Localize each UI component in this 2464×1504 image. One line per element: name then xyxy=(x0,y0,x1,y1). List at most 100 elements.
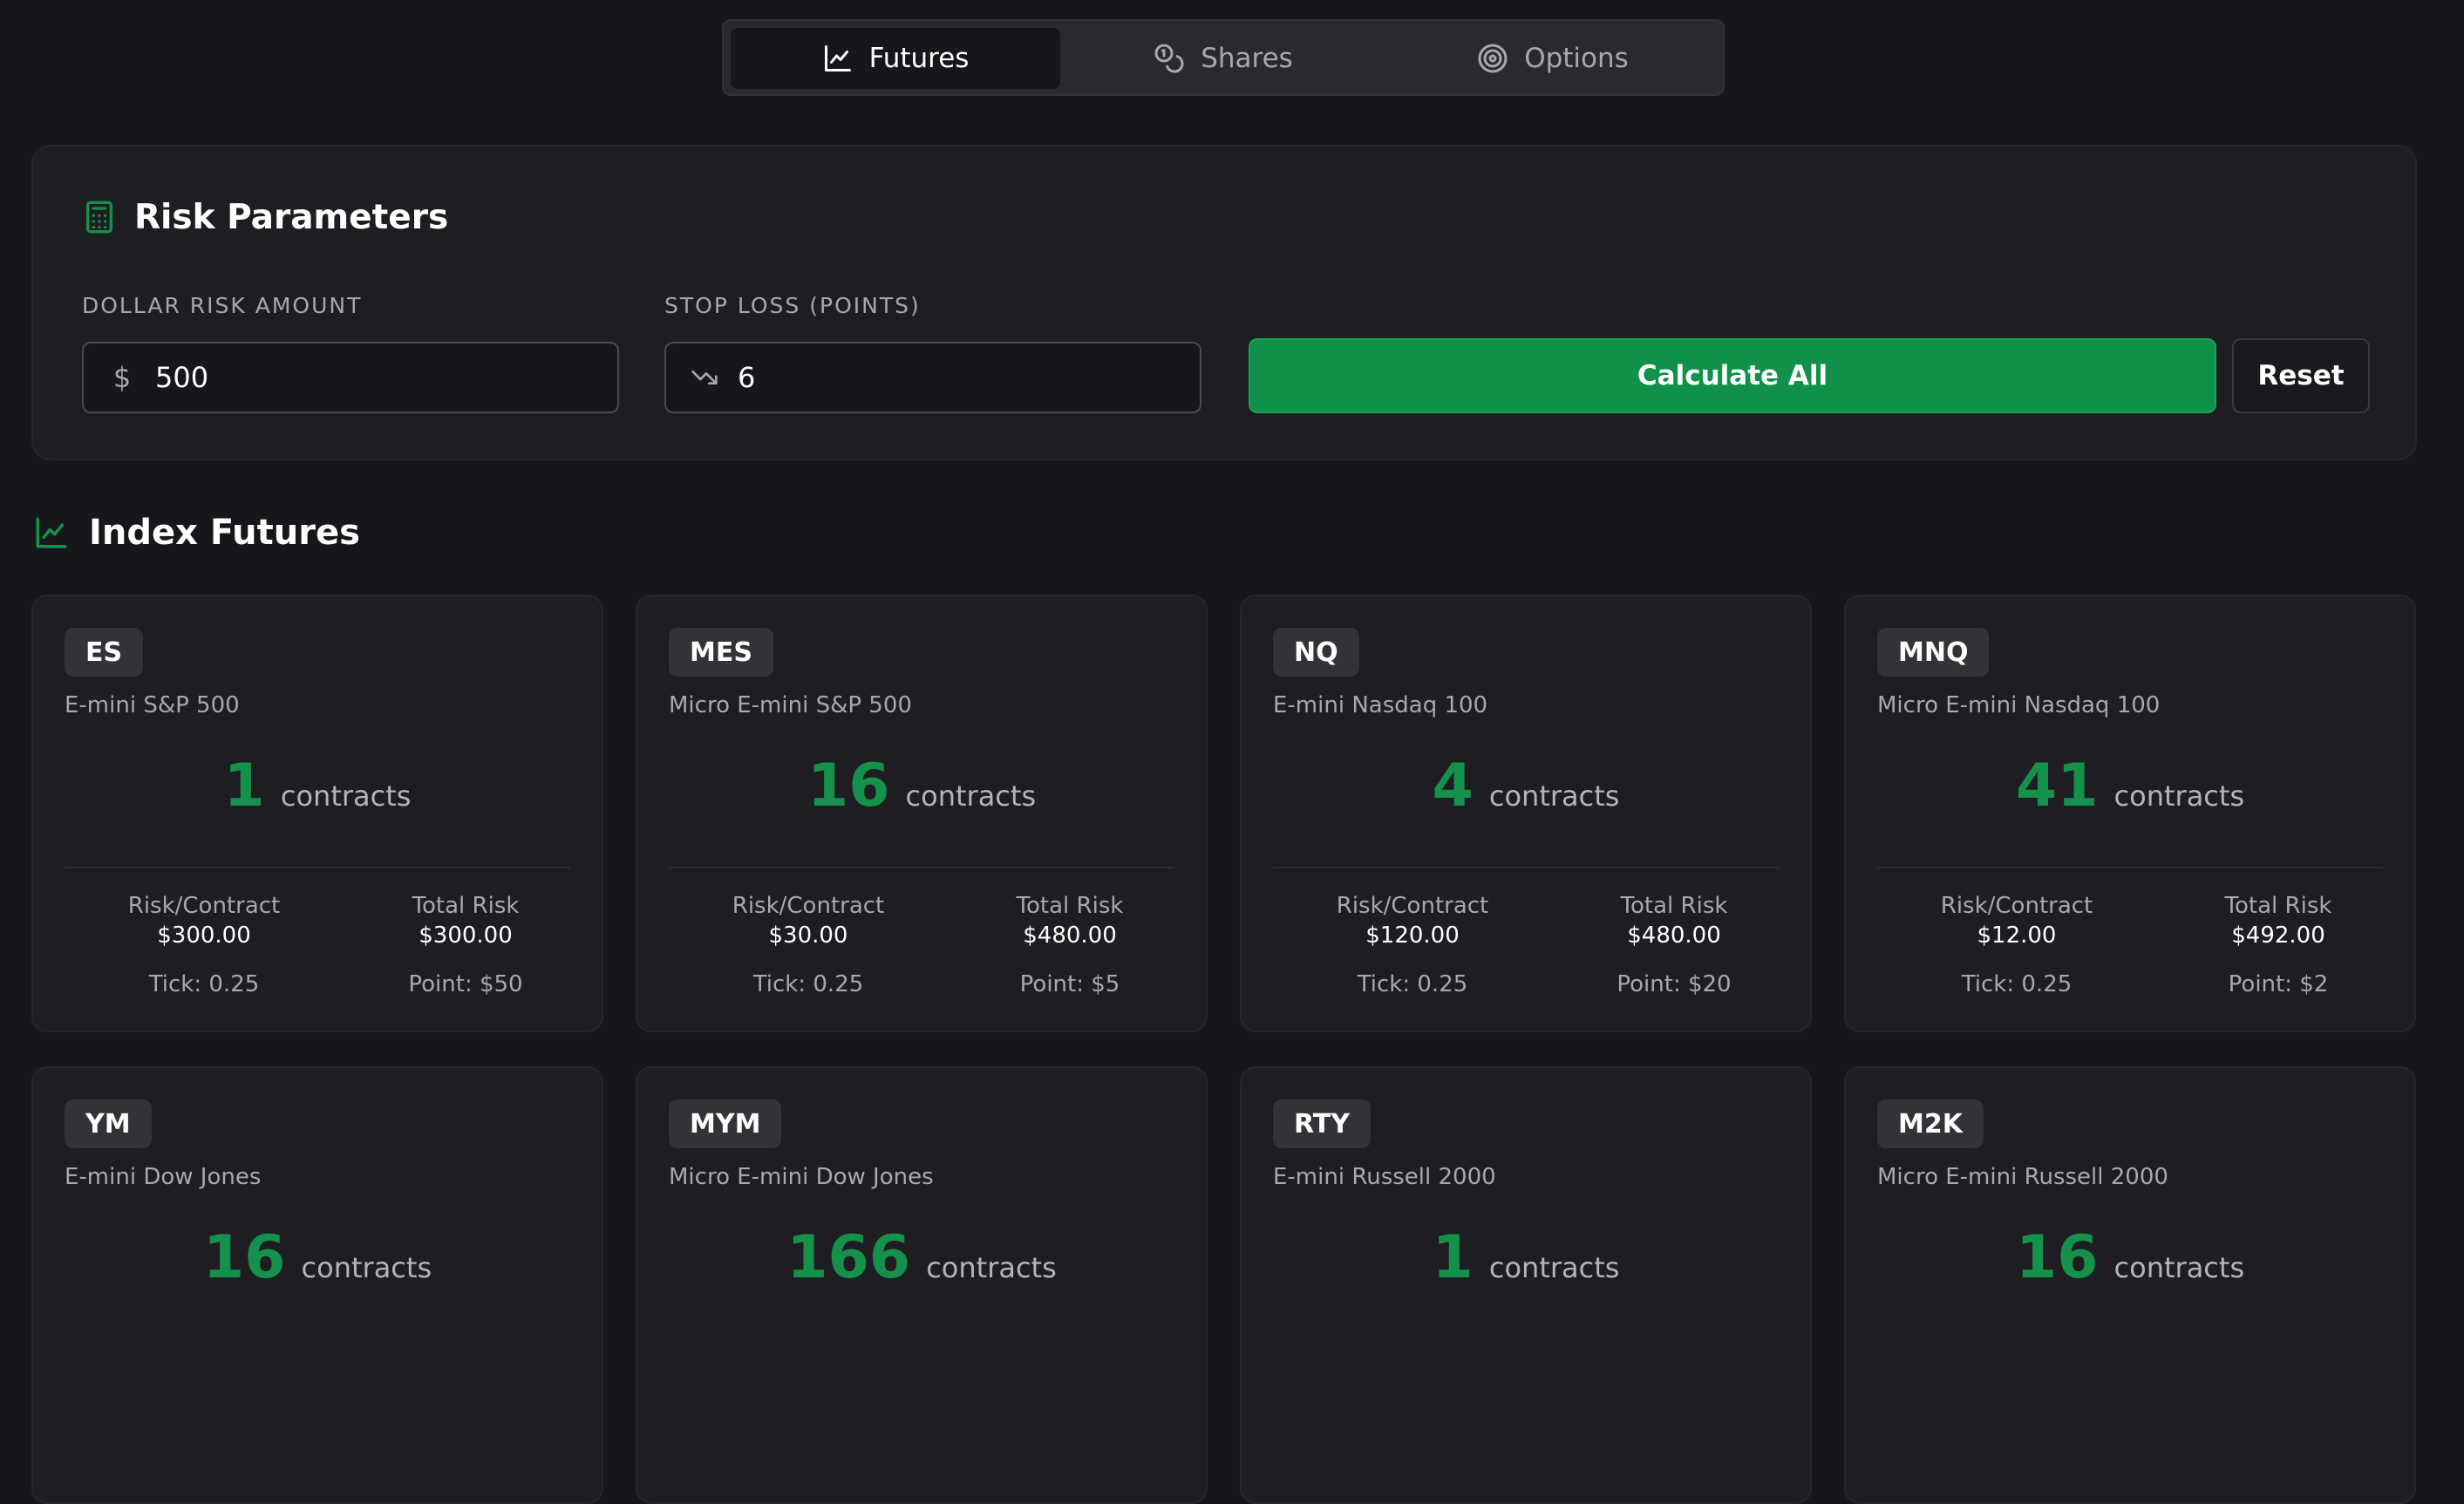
section-title-text: Index Futures xyxy=(89,513,360,553)
dollar-risk-input[interactable] xyxy=(155,361,574,394)
futures-card-mes[interactable]: MES Micro E-mini S&P 500 16 contracts Ri… xyxy=(636,595,1208,1032)
symbol-badge: YM xyxy=(65,1099,152,1148)
futures-card-rty[interactable]: RTY E-mini Russell 2000 1 contracts xyxy=(1240,1066,1812,1504)
contract-count: 16 xyxy=(807,752,890,820)
divider xyxy=(1877,867,2383,868)
line-chart-icon xyxy=(36,517,67,548)
section-title: Index Futures xyxy=(33,513,360,553)
tab-futures[interactable]: Futures xyxy=(731,28,1060,89)
point-value: Point: $20 xyxy=(1617,971,1732,997)
risk-per-contract-label: Risk/Contract xyxy=(1336,893,1489,919)
contract-unit: contracts xyxy=(926,1251,1057,1284)
risk-per-contract: Risk/Contract $120.00 xyxy=(1282,893,1543,949)
contract-name: Micro E-mini Russell 2000 xyxy=(1877,1164,2168,1190)
total-risk: Total Risk $480.00 xyxy=(1543,893,1805,949)
futures-card-es[interactable]: ES E-mini S&P 500 1 contracts Risk/Contr… xyxy=(31,595,603,1032)
symbol-badge: MNQ xyxy=(1877,628,1990,677)
contract-unit: contracts xyxy=(1488,779,1620,813)
total-risk: Total Risk $300.00 xyxy=(335,893,596,949)
contract-count: 1 xyxy=(223,752,265,820)
point-value: Point: $50 xyxy=(408,971,523,997)
contract-quantity: 166 contracts xyxy=(637,1223,1206,1292)
futures-card-nq[interactable]: NQ E-mini Nasdaq 100 4 contracts Risk/Co… xyxy=(1240,595,1812,1032)
contract-unit: contracts xyxy=(905,779,1037,813)
point-value: Point: $2 xyxy=(2228,971,2329,997)
total-risk-label: Total Risk xyxy=(1620,893,1728,919)
symbol-badge: M2K xyxy=(1877,1099,1984,1148)
target-icon xyxy=(1478,44,1508,73)
symbol-badge: MYM xyxy=(669,1099,782,1148)
dollar-risk-field[interactable]: $ xyxy=(82,342,619,413)
symbol-badge: ES xyxy=(65,628,144,677)
total-risk-value: $492.00 xyxy=(2231,922,2325,949)
tick-size: Tick: 0.25 xyxy=(1961,971,2073,997)
risk-per-contract-value: $30.00 xyxy=(768,922,848,949)
panel-title-text: Risk Parameters xyxy=(134,197,449,237)
dollar-icon: $ xyxy=(112,361,132,394)
contract-name: E-mini Russell 2000 xyxy=(1273,1164,1496,1190)
risk-per-contract-label: Risk/Contract xyxy=(732,893,885,919)
contract-quantity: 16 contracts xyxy=(637,752,1206,820)
contract-name: Micro E-mini Dow Jones xyxy=(669,1164,934,1190)
trending-down-icon xyxy=(691,363,718,392)
total-risk-label: Total Risk xyxy=(412,893,520,919)
tab-label: Futures xyxy=(868,43,970,74)
total-risk-value: $300.00 xyxy=(419,922,513,949)
contract-quantity: 1 contracts xyxy=(1242,1223,1810,1292)
reset-button[interactable]: Reset xyxy=(2232,338,2370,413)
futures-card-mnq[interactable]: MNQ Micro E-mini Nasdaq 100 41 contracts… xyxy=(1844,595,2416,1032)
futures-card-m2k[interactable]: M2K Micro E-mini Russell 2000 16 contrac… xyxy=(1844,1066,2416,1504)
contract-quantity: 41 contracts xyxy=(1846,752,2414,820)
tick-size: Tick: 0.25 xyxy=(148,971,260,997)
risk-per-contract-label: Risk/Contract xyxy=(127,893,281,919)
risk-per-contract-value: $300.00 xyxy=(157,922,251,949)
contract-count: 166 xyxy=(786,1223,911,1292)
contract-name: Micro E-mini Nasdaq 100 xyxy=(1877,692,2161,718)
stop-loss-label: STOP LOSS (POINTS) xyxy=(664,293,921,318)
risk-per-contract: Risk/Contract $12.00 xyxy=(1886,893,2147,949)
contract-unit: contracts xyxy=(2113,1251,2245,1284)
futures-card-mym[interactable]: MYM Micro E-mini Dow Jones 166 contracts xyxy=(636,1066,1208,1504)
dollar-risk-label: DOLLAR RISK AMOUNT xyxy=(82,293,363,318)
contract-name: E-mini Dow Jones xyxy=(65,1164,262,1190)
contract-quantity: 4 contracts xyxy=(1242,752,1810,820)
tab-label: Options xyxy=(1524,43,1629,74)
coins-icon xyxy=(1154,44,1184,73)
contract-count: 16 xyxy=(2015,1223,2099,1292)
divider xyxy=(1273,867,1779,868)
divider xyxy=(669,867,1174,868)
calculator-icon xyxy=(86,201,112,234)
total-risk-value: $480.00 xyxy=(1023,922,1117,949)
contract-count: 4 xyxy=(1432,752,1474,820)
contract-quantity: 16 contracts xyxy=(33,1223,602,1292)
risk-per-contract-label: Risk/Contract xyxy=(1940,893,2093,919)
calculate-all-button[interactable]: Calculate All xyxy=(1249,338,2216,413)
contract-name: E-mini Nasdaq 100 xyxy=(1273,692,1488,718)
total-risk: Total Risk $480.00 xyxy=(939,893,1201,949)
contract-quantity: 16 contracts xyxy=(1846,1223,2414,1292)
contract-count: 41 xyxy=(2015,752,2099,820)
point-value: Point: $5 xyxy=(1019,971,1120,997)
total-risk-value: $480.00 xyxy=(1627,922,1721,949)
stop-loss-input[interactable] xyxy=(738,361,1156,394)
asset-type-tabs: Futures Shares Options xyxy=(722,19,1725,96)
tick-size: Tick: 0.25 xyxy=(1357,971,1468,997)
symbol-badge: RTY xyxy=(1273,1099,1371,1148)
risk-per-contract-value: $120.00 xyxy=(1365,922,1460,949)
futures-card-ym[interactable]: YM E-mini Dow Jones 16 contracts xyxy=(31,1066,603,1504)
line-chart-icon xyxy=(824,45,851,71)
total-risk-label: Total Risk xyxy=(1016,893,1124,919)
risk-parameters-panel: Risk Parameters DOLLAR RISK AMOUNT $ STO… xyxy=(31,145,2417,460)
contract-name: E-mini S&P 500 xyxy=(65,692,240,718)
divider xyxy=(65,867,570,868)
risk-per-contract-value: $12.00 xyxy=(1977,922,2057,949)
total-risk: Total Risk $492.00 xyxy=(2147,893,2409,949)
tick-size: Tick: 0.25 xyxy=(752,971,864,997)
contract-name: Micro E-mini S&P 500 xyxy=(669,692,912,718)
symbol-badge: NQ xyxy=(1273,628,1359,677)
stop-loss-field[interactable] xyxy=(664,342,1201,413)
contract-unit: contracts xyxy=(1488,1251,1620,1284)
tab-shares[interactable]: Shares xyxy=(1058,28,1388,89)
contract-count: 16 xyxy=(202,1223,286,1292)
tab-options[interactable]: Options xyxy=(1388,28,1718,89)
